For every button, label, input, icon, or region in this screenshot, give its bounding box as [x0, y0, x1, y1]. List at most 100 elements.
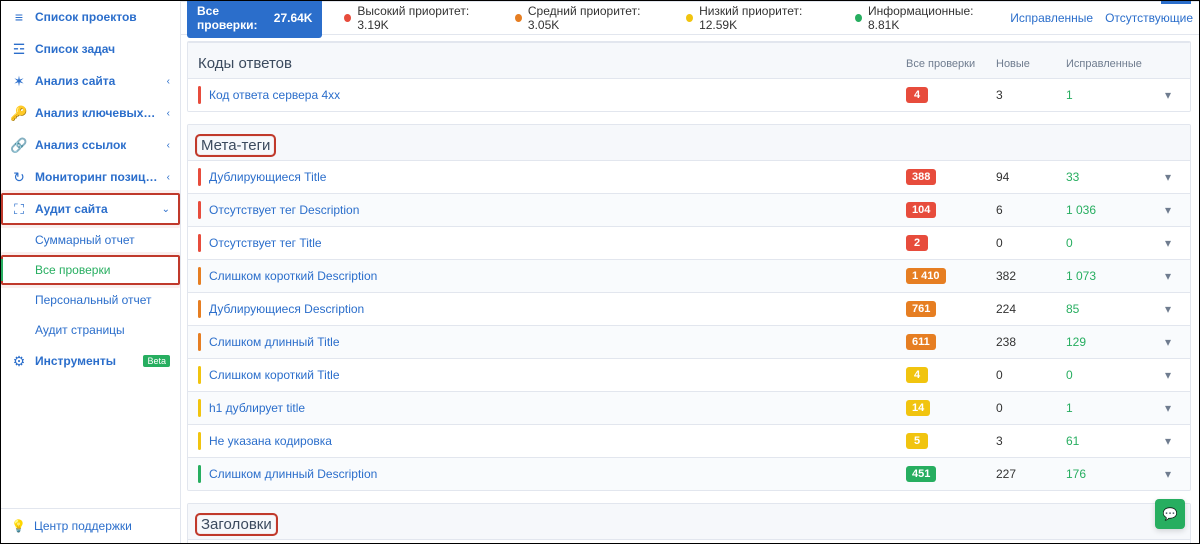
sidebar-item-audit[interactable]: ⛶Аудит сайта⌄	[1, 193, 180, 225]
table-row[interactable]: Не указана кодировка5361▾	[188, 424, 1190, 457]
beta-badge: Beta	[143, 355, 170, 367]
sidebar-item-links[interactable]: 🔗Анализ ссылок‹	[1, 129, 180, 161]
section-title: Коды ответов	[198, 55, 906, 72]
cell-fixed: 61	[1066, 434, 1156, 448]
cell-fixed: 85	[1066, 302, 1156, 316]
cell-all: 4	[906, 87, 996, 103]
sidebar-item-keywords[interactable]: 🔑Анализ ключевых фраз‹	[1, 97, 180, 129]
filter-all[interactable]: Все проверки: 27.64K	[187, 1, 322, 38]
section-header: Коды ответовВсе проверкиНовыеИсправленны…	[188, 42, 1190, 78]
chevron-down-icon[interactable]: ▾	[1156, 467, 1180, 481]
table-row[interactable]: Слишком короткий Description1 4103821 07…	[188, 259, 1190, 292]
filter-info[interactable]: Информационные: 8.81K	[845, 1, 998, 38]
count-badge: 4	[906, 87, 928, 103]
cell-all: 1 410	[906, 268, 996, 284]
cell-fixed: 1 036	[1066, 203, 1156, 217]
dot-red-icon	[344, 14, 351, 22]
col-header-new: Новые	[996, 58, 1066, 70]
filter-missing[interactable]: Отсутствующие	[1105, 11, 1193, 25]
severity-indicator	[198, 234, 201, 252]
check-name: Слишком длинный Title	[209, 335, 906, 349]
sidebar-item-tasks[interactable]: ☲Список задач	[1, 33, 180, 65]
sidebar-item-positions[interactable]: ↻Мониторинг позиций‹	[1, 161, 180, 193]
count-badge: 611	[906, 334, 936, 350]
filter-low[interactable]: Низкий приоритет: 12.59K	[676, 1, 833, 38]
chevron-down-icon[interactable]: ▾	[1156, 203, 1180, 217]
filter-med[interactable]: Средний приоритет: 3.05K	[505, 1, 664, 38]
sidebar-item-label: Анализ сайта	[35, 74, 159, 88]
sitemap-icon: ⛶	[11, 201, 27, 217]
count-badge: 451	[906, 466, 936, 482]
check-name: Отсутствует тег Title	[209, 236, 906, 250]
table-row[interactable]: Отсутствует тег Title200▾	[188, 226, 1190, 259]
sidebar-item-projects[interactable]: ≡Список проектов	[1, 1, 180, 33]
chevron-down-icon[interactable]: ▾	[1156, 368, 1180, 382]
cell-new: 0	[996, 401, 1066, 415]
chevron-down-icon[interactable]: ▾	[1156, 401, 1180, 415]
gear-icon: ⚙	[11, 353, 27, 369]
filter-bar: Все проверки: 27.64K Высокий приоритет: …	[181, 1, 1199, 35]
check-name: Слишком длинный Description	[209, 467, 906, 481]
cell-new: 238	[996, 335, 1066, 349]
chevron-down-icon[interactable]: ▾	[1156, 170, 1180, 184]
bulb-icon: 💡	[11, 519, 26, 533]
sidebar-item-personal[interactable]: Персональный отчет	[1, 285, 180, 315]
cell-fixed: 129	[1066, 335, 1156, 349]
table-row[interactable]: Слишком длинный Description451227176▾	[188, 457, 1190, 490]
section-header: Заголовки	[188, 504, 1190, 539]
check-name: Слишком короткий Title	[209, 368, 906, 382]
count-badge: 388	[906, 169, 936, 185]
severity-indicator	[198, 201, 201, 219]
chevron-left-icon: ‹	[167, 172, 170, 183]
sidebar-item-all-checks[interactable]: Все проверки	[1, 255, 180, 285]
table-row[interactable]: Слишком короткий Title400▾	[188, 358, 1190, 391]
cell-fixed: 0	[1066, 236, 1156, 250]
chevron-down-icon[interactable]: ▾	[1156, 335, 1180, 349]
chevron-down-icon[interactable]: ▾	[1156, 269, 1180, 283]
cell-fixed: 0	[1066, 368, 1156, 382]
chevron-down-icon[interactable]: ▾	[1156, 434, 1180, 448]
count-badge: 4	[906, 367, 928, 383]
support-link[interactable]: 💡 Центр поддержки	[1, 508, 180, 543]
cell-fixed: 1	[1066, 88, 1156, 102]
count-badge: 14	[906, 400, 930, 416]
table-row[interactable]: Слишком длинный Title611 238129▾	[188, 325, 1190, 358]
content-area: Коды ответовВсе проверкиНовыеИсправленны…	[181, 35, 1199, 543]
table-row[interactable]: Дублирующиеся Title3889433▾	[188, 160, 1190, 193]
filter-fixed[interactable]: Исправленные	[1010, 11, 1093, 25]
cell-all: 5	[906, 433, 996, 449]
sidebar-item-label: Аудит сайта	[35, 202, 154, 216]
section: Коды ответовВсе проверкиНовыеИсправленны…	[187, 41, 1191, 112]
sidebar-item-site-analysis[interactable]: ✶Анализ сайта‹	[1, 65, 180, 97]
chevron-down-icon[interactable]: ▾	[1156, 88, 1180, 102]
table-row[interactable]: Отсутствует h12 674603270▾	[188, 539, 1190, 543]
severity-indicator	[198, 168, 201, 186]
cell-all: 388	[906, 169, 996, 185]
chevron-down-icon[interactable]: ▾	[1156, 236, 1180, 250]
filter-high[interactable]: Высокий приоритет: 3.19K	[334, 1, 493, 38]
cell-all: 611	[906, 334, 996, 350]
sidebar-item-summary[interactable]: Суммарный отчет	[1, 225, 180, 255]
section-title: Мета-теги	[198, 137, 273, 154]
section-title: Заголовки	[198, 516, 275, 533]
chat-button[interactable]: 💬	[1155, 499, 1185, 529]
table-row[interactable]: h1 дублирует title1401▾	[188, 391, 1190, 424]
table-row[interactable]: Дублирующиеся Description76122485▾	[188, 292, 1190, 325]
cell-new: 3	[996, 88, 1066, 102]
table-row[interactable]: Отсутствует тег Description10461 036▾	[188, 193, 1190, 226]
sidebar-item-page-audit[interactable]: Аудит страницы	[1, 315, 180, 345]
table-row[interactable]: Код ответа сервера 4xx431▾	[188, 78, 1190, 111]
col-header-all: Все проверки	[906, 58, 996, 70]
count-badge: 5	[906, 433, 928, 449]
count-badge: 1 410	[906, 268, 946, 284]
sidebar-item-tools[interactable]: ⚙ИнструментыBeta	[1, 345, 180, 377]
refresh-icon: ↻	[11, 169, 27, 185]
chevron-down-icon[interactable]: ▾	[1156, 302, 1180, 316]
count-badge: 761	[906, 301, 936, 317]
count-badge: 2	[906, 235, 928, 251]
dot-yellow-icon	[686, 14, 693, 22]
cell-fixed: 176	[1066, 467, 1156, 481]
cell-new: 3	[996, 434, 1066, 448]
count-badge: 104	[906, 202, 936, 218]
key-icon: 🔑	[11, 105, 27, 121]
